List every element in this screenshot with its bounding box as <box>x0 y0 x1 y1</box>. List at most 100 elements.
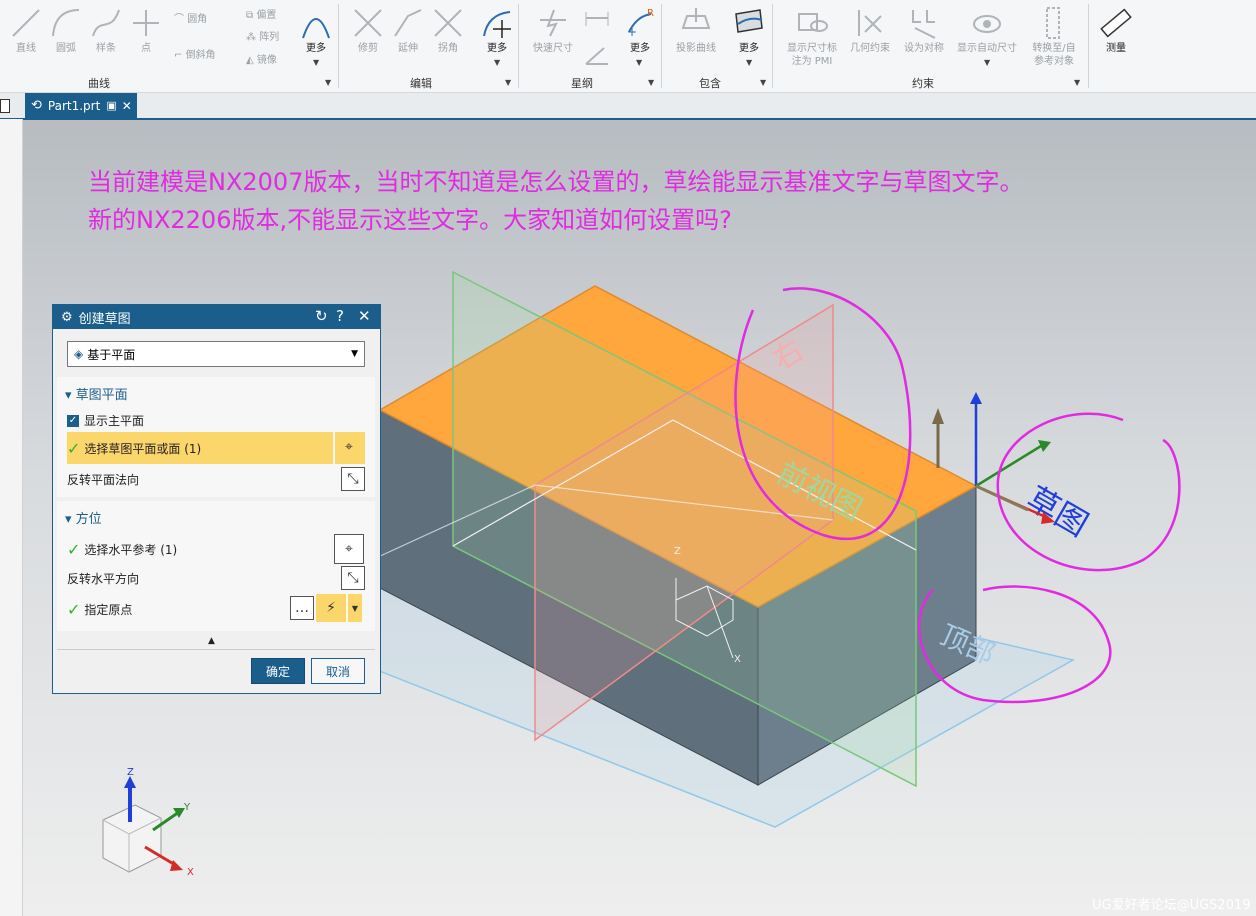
corner-button[interactable]: 拐角 <box>422 4 474 55</box>
dropdown-arrow-icon[interactable]: ▼ <box>636 58 642 67</box>
tab-label: Part1.prt <box>47 98 101 113</box>
set-symmetric-button[interactable]: 设为对称 <box>898 4 950 55</box>
show-dimension-pmi-button[interactable]: 显示尺寸标 注为 PMI <box>780 4 844 68</box>
offset-icon: ⧉ <box>246 10 257 21</box>
csys-x-label: X <box>734 654 741 665</box>
angular-dimension-icon[interactable] <box>584 44 610 70</box>
quick-dimension-icon <box>527 4 579 42</box>
edit-group-label: 编辑 <box>410 77 432 90</box>
mirror-button[interactable]: ◭ 镜像 <box>246 51 277 66</box>
curve-more-button[interactable]: 更多 <box>290 4 342 55</box>
dropdown-arrow-icon[interactable]: ▼ <box>494 58 500 67</box>
dropdown-arrow-icon[interactable]: ▼ <box>984 58 990 67</box>
linear-dimension-icon[interactable] <box>584 8 610 34</box>
show-auto-dimension-button[interactable]: 显示自动尺寸 <box>952 4 1022 55</box>
reset-icon[interactable]: ↻ <box>315 307 328 325</box>
svg-text:+: + <box>627 25 637 39</box>
flip-icon: ⤡ <box>347 570 359 586</box>
ok-button[interactable]: 确定 <box>251 658 305 684</box>
fillet-label: 圆角 <box>187 14 208 25</box>
section-sketch-plane[interactable]: ▾ 草图平面 <box>65 384 128 403</box>
measure-button[interactable]: 测量 <box>1090 4 1142 55</box>
flip-horizontal-label: 反转水平方向 <box>67 572 140 586</box>
specify-origin-row[interactable]: ✓ 指定原点 <box>67 600 132 619</box>
sketch-type-select[interactable]: ◈ 基于平面 ▼ <box>67 341 365 367</box>
question-line-2: 新的NX2206版本,不能显示这些文字。大家知道如何设置吗? <box>88 206 732 234</box>
fillet-button[interactable]: ⌒ 圆角 <box>174 10 207 25</box>
specify-origin-label: 指定原点 <box>84 603 133 617</box>
auto-dimension-eye-icon <box>952 4 1022 42</box>
corner-label: 拐角 <box>438 43 458 54</box>
project-curve-button[interactable]: 投影曲线 <box>670 4 722 55</box>
question-line-1: 当前建模是NX2007版本，当时不知道是怎么设置的，草绘能显示基准文字与草图文字… <box>88 168 1024 196</box>
quick-dimension-label: 快速尺寸 <box>533 43 573 54</box>
close-tab-icon[interactable]: ✕ <box>122 99 132 113</box>
pattern-label: 阵列 <box>259 32 280 43</box>
select-horizontal-label: 选择水平参考 (1) <box>84 543 178 557</box>
inferred-point-button[interactable]: ⚡ <box>316 594 346 622</box>
flip-normal-label: 反转平面法向 <box>67 473 140 487</box>
resource-bar[interactable] <box>0 119 23 916</box>
dropdown-arrow-icon[interactable]: ▼ <box>746 58 752 67</box>
flip-horizontal-button[interactable]: ⤡ <box>341 566 365 590</box>
divider <box>57 649 375 650</box>
crosshair-icon[interactable]: ⌖ <box>338 436 360 458</box>
point-dialog-button[interactable]: … <box>290 596 314 620</box>
select-horizontal-row[interactable]: ✓ 选择水平参考 (1) <box>67 540 177 559</box>
offset-button[interactable]: ⧉ 偏置 <box>246 6 276 21</box>
convert-reference-button[interactable]: 转换至/自 参考对象 <box>1024 4 1084 68</box>
dialog-title: 创建草图 <box>78 311 131 327</box>
convert-reference-label: 转换至/自 参考对象 <box>1032 43 1076 67</box>
create-sketch-dialog: ⚙ 创建草图 ↻ ? ✕ ◈ 基于平面 ▼ ▾ 草图平面 ✓ 显示主平面 ✓ 选… <box>52 304 381 694</box>
chamfer-button[interactable]: ⌐ 倒斜角 <box>174 46 216 61</box>
annotation-circle-sketch <box>996 412 1181 572</box>
tab-part1[interactable]: ⟲ Part1.prt ▣ ✕ <box>25 93 137 118</box>
svg-text:R: R <box>647 8 654 19</box>
chevron-down-icon: ▼ <box>351 603 359 613</box>
group-dropdown-icon[interactable]: ▼ <box>1074 78 1080 87</box>
horizontal-ref-button[interactable]: ⌖ <box>334 534 364 564</box>
geometric-constraint-button[interactable]: 几何约束 <box>844 4 896 55</box>
dim-more-icon: R + <box>614 4 666 42</box>
convert-reference-icon <box>1024 4 1084 42</box>
dialog-title-bar[interactable]: ⚙ 创建草图 ↻ ? ✕ <box>53 305 380 329</box>
group-dropdown-icon[interactable]: ▼ <box>760 78 766 87</box>
project-curve-icon <box>670 4 722 42</box>
expand-icon[interactable]: ▲ <box>208 636 215 646</box>
check-icon: ✓ <box>67 540 81 559</box>
section-orientation[interactable]: ▾ 方位 <box>65 508 102 527</box>
dim-group-label: 星纲 <box>571 77 593 90</box>
view-triad: Z Y X <box>102 767 194 878</box>
section-orientation-label: 方位 <box>75 512 102 527</box>
forum-watermark: UG爱好者论坛@UGS2019 <box>1092 898 1251 913</box>
show-auto-dimension-label: 显示自动尺寸 <box>957 43 1017 54</box>
include-more-button[interactable]: 更多 <box>723 4 775 55</box>
flip-normal-button[interactable]: ⤡ <box>341 467 365 491</box>
point-button[interactable]: 点 <box>120 4 172 55</box>
point-type-dropdown[interactable]: ▼ <box>348 594 362 622</box>
panel-toggle-icon[interactable] <box>0 99 10 113</box>
part-file-icon: ⟲ <box>31 98 42 113</box>
section-sketch-plane-label: 草图平面 <box>75 388 128 403</box>
quick-dimension-button[interactable]: 快速尺寸 <box>527 4 579 55</box>
show-main-plane-checkbox[interactable]: ✓ <box>67 414 79 427</box>
dim-more-label: 更多 <box>630 43 650 54</box>
include-more-label: 更多 <box>739 43 759 54</box>
separator <box>518 4 519 88</box>
select-plane-row[interactable]: ✓ 选择草图平面或面 (1) <box>67 439 201 458</box>
set-symmetric-label: 设为对称 <box>904 43 944 54</box>
lightning-icon: ⚡ <box>326 600 336 616</box>
group-dropdown-icon[interactable]: ▼ <box>325 78 331 87</box>
geometric-constraint-label: 几何约束 <box>850 43 890 54</box>
edit-more-button[interactable]: 更多 <box>471 4 523 55</box>
dim-more-button[interactable]: R + 更多 <box>614 4 666 55</box>
group-dropdown-icon[interactable]: ▼ <box>648 78 654 87</box>
dropdown-arrow-icon[interactable]: ▼ <box>313 58 319 67</box>
cancel-button[interactable]: 取消 <box>311 658 365 684</box>
pmi-eye-icon <box>780 4 844 42</box>
help-icon[interactable]: ? <box>336 307 344 325</box>
group-dropdown-icon[interactable]: ▼ <box>505 78 511 87</box>
close-icon[interactable]: ✕ <box>358 307 371 325</box>
pattern-button[interactable]: ⁂ 阵列 <box>246 28 279 43</box>
document-tab-bar: ⟲ Part1.prt ▣ ✕ <box>0 93 1256 120</box>
